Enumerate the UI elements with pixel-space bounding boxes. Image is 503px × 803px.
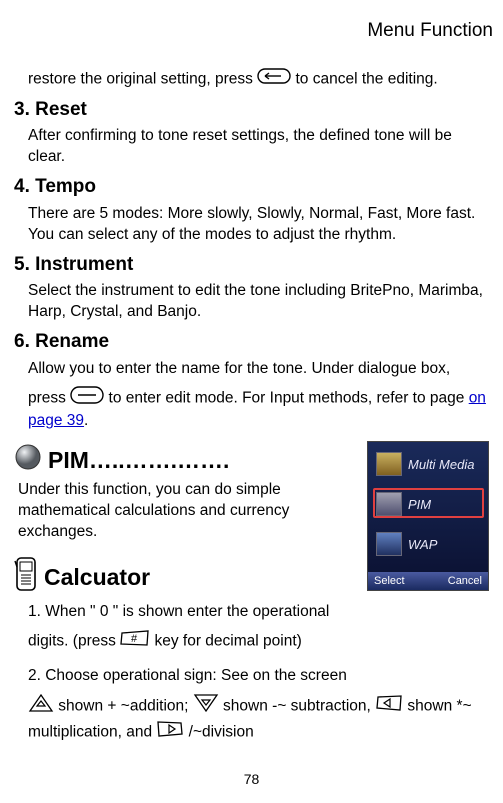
calc-step1-linec: key for decimal point)	[154, 633, 301, 650]
phone-row-pim: PIM	[408, 496, 431, 514]
section-rename-p1: Allow you to enter the name for the tone…	[28, 359, 491, 380]
page-header: Menu Function	[14, 18, 495, 44]
phone-device-icon	[14, 557, 38, 598]
menu-thumb-icon	[376, 492, 402, 516]
section-rename-p2: press to enter edit mode. For Input meth…	[28, 386, 491, 432]
phone-row-wap: WAP	[408, 536, 437, 554]
restore-post: to cancel the editing.	[296, 70, 438, 87]
page-number: 78	[0, 770, 503, 789]
right-key-icon	[156, 720, 184, 745]
op-subtraction: shown -~ subtraction,	[219, 697, 375, 714]
hash-key-icon: #	[120, 629, 150, 654]
pim-title: PIM…..…….…….	[48, 445, 229, 476]
phone-row-multimedia: Multi Media	[408, 458, 474, 471]
op-addition: shown + ~addition;	[54, 697, 193, 714]
calc-step2-head: 2. Choose operational sign: See on the s…	[28, 666, 491, 687]
op-division: /~division	[184, 723, 253, 740]
menu-thumb-icon	[376, 532, 402, 556]
calculator-heading-row: Calcuator	[14, 557, 357, 598]
up-key-icon	[28, 693, 54, 720]
section-rename-title: 6. Rename	[14, 329, 495, 355]
section-reset-title: 3. Reset	[14, 97, 495, 123]
menu-thumb-icon	[376, 452, 402, 476]
section-reset-body: After confirming to tone reset settings,…	[28, 126, 491, 168]
section-tempo-body: There are 5 modes: More slowly, Slowly, …	[28, 204, 491, 246]
calc-step2-ops: shown + ~addition; shown -~ subtraction,…	[28, 693, 491, 745]
down-key-icon	[193, 693, 219, 720]
left-key-icon	[375, 694, 403, 719]
svg-text:#: #	[131, 633, 138, 645]
phone-screenshot: Multi Media PIM WAP Select Cancel	[367, 441, 489, 591]
cancel-key-icon	[257, 68, 291, 91]
disc-icon	[14, 443, 42, 478]
phone-softkey-cancel: Cancel	[448, 574, 482, 590]
section-instrument-title: 5. Instrument	[14, 252, 495, 278]
calc-step1-linea: 1. When " 0 " is shown enter the operati…	[28, 602, 491, 623]
calc-step1: 1. When " 0 " is shown enter the operati…	[28, 602, 491, 654]
calc-step1-lineb: digits. (press	[28, 633, 120, 650]
rename-p2c: .	[84, 412, 88, 429]
restore-line: restore the original setting, press to c…	[28, 68, 491, 91]
phone-softkey-select: Select	[374, 574, 405, 590]
edit-key-icon	[70, 386, 104, 411]
calculator-title: Calcuator	[44, 562, 150, 593]
section-instrument-body: Select the instrument to edit the tone i…	[28, 281, 491, 323]
pim-body: Under this function, you can do simple m…	[18, 480, 308, 543]
rename-p2a: press	[28, 389, 70, 406]
restore-pre: restore the original setting, press	[28, 70, 253, 87]
section-tempo-title: 4. Tempo	[14, 174, 495, 200]
pim-heading-row: PIM…..…….…….	[14, 443, 357, 478]
rename-p2b: to enter edit mode. For Input methods, r…	[109, 389, 469, 406]
